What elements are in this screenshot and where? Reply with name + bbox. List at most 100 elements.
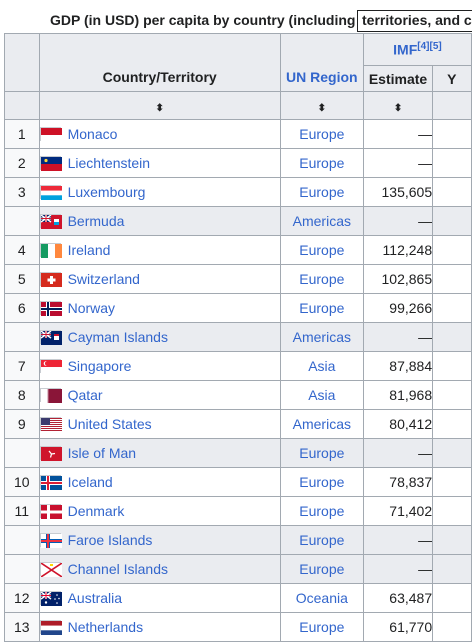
region-link[interactable]: Europe: [299, 155, 344, 171]
imf-link[interactable]: IMF: [393, 42, 417, 58]
region-link[interactable]: Asia: [308, 387, 335, 403]
country-link[interactable]: Liechtenstein: [68, 155, 151, 171]
rank-cell: 13: [4, 612, 40, 642]
region-cell[interactable]: Europe: [279, 554, 364, 584]
region-link[interactable]: Europe: [299, 300, 344, 316]
region-link[interactable]: Europe: [299, 532, 344, 548]
region-cell[interactable]: Europe: [279, 293, 364, 323]
region-cell[interactable]: Asia: [279, 351, 364, 381]
region-link[interactable]: Europe: [299, 242, 344, 258]
country-link[interactable]: Luxembourg: [68, 184, 146, 200]
region-cell[interactable]: Americas: [279, 206, 364, 236]
imf-references[interactable]: [4][5]: [417, 41, 441, 52]
country-link[interactable]: Iceland: [68, 474, 113, 490]
region-link[interactable]: Americas: [293, 329, 351, 345]
country-link[interactable]: Denmark: [68, 503, 125, 519]
region-link[interactable]: Europe: [299, 561, 344, 577]
region-cell[interactable]: Europe: [279, 264, 364, 294]
iceland-flag-icon[interactable]: [40, 475, 62, 490]
region-link[interactable]: Oceania: [296, 590, 348, 606]
sort-icon: ⬍: [393, 102, 403, 114]
country-column-header[interactable]: Country/Territory: [38, 33, 281, 92]
united-states-flag-icon[interactable]: [40, 417, 62, 432]
year-cell: [432, 554, 472, 584]
estimate-sort-button[interactable]: ⬍: [362, 91, 434, 120]
region-cell[interactable]: Europe: [279, 119, 364, 149]
country-link[interactable]: Singapore: [68, 358, 132, 374]
region-column-header[interactable]: UN Region: [279, 33, 364, 92]
region-cell[interactable]: Europe: [279, 177, 364, 207]
country-cell: Isle of Man: [38, 438, 281, 468]
australia-flag-icon[interactable]: [40, 591, 62, 606]
region-cell[interactable]: Europe: [279, 467, 364, 497]
estimate-cell: 87,884: [362, 351, 434, 381]
region-header-link[interactable]: UN Region: [286, 69, 358, 85]
region-link[interactable]: Americas: [293, 416, 351, 432]
region-cell[interactable]: Europe: [279, 148, 364, 178]
country-link[interactable]: Australia: [68, 590, 122, 606]
region-cell[interactable]: Americas: [279, 409, 364, 439]
country-link[interactable]: Ireland: [68, 242, 111, 258]
year-column-header[interactable]: Y: [432, 65, 472, 92]
region-link[interactable]: Europe: [299, 184, 344, 200]
region-cell[interactable]: Americas: [279, 322, 364, 352]
country-link[interactable]: Qatar: [68, 387, 103, 403]
singapore-flag-icon[interactable]: [40, 359, 62, 374]
country-link[interactable]: Cayman Islands: [68, 329, 168, 345]
region-link[interactable]: Europe: [299, 271, 344, 287]
country-link[interactable]: Bermuda: [68, 213, 125, 229]
qatar-flag-icon[interactable]: [40, 388, 62, 403]
rank-cell: [4, 438, 40, 468]
norway-flag-icon[interactable]: [40, 301, 62, 316]
year-cell: [432, 206, 472, 236]
estimate-cell: —: [362, 148, 434, 178]
estimate-column-header[interactable]: Estimate: [362, 65, 434, 92]
table-row: Bermuda Americas —: [4, 206, 472, 236]
liechtenstein-flag-icon[interactable]: [40, 156, 62, 171]
country-link[interactable]: Norway: [68, 300, 115, 316]
region-link[interactable]: Europe: [299, 445, 344, 461]
region-cell[interactable]: Oceania: [279, 583, 364, 613]
country-link[interactable]: Faroe Islands: [68, 532, 153, 548]
monaco-flag-icon[interactable]: [40, 127, 62, 142]
switzerland-flag-icon[interactable]: [40, 272, 62, 287]
bermuda-flag-icon[interactable]: [40, 214, 62, 229]
region-link[interactable]: Europe: [299, 619, 344, 635]
ireland-flag-icon[interactable]: [40, 243, 62, 258]
channel-islands-flag-icon[interactable]: [40, 562, 62, 577]
region-link[interactable]: Europe: [299, 503, 344, 519]
country-link[interactable]: United States: [68, 416, 152, 432]
region-link[interactable]: Europe: [299, 126, 344, 142]
cayman-islands-flag-icon[interactable]: [40, 330, 62, 345]
country-link[interactable]: Netherlands: [68, 619, 144, 635]
region-link[interactable]: Asia: [308, 358, 335, 374]
region-cell[interactable]: Europe: [279, 525, 364, 555]
region-cell[interactable]: Europe: [279, 235, 364, 265]
country-link[interactable]: Switzerland: [68, 271, 140, 287]
table-row: 2 Liechtenstein Europe —: [4, 148, 472, 178]
year-cell: [432, 322, 472, 352]
isle-of-man-flag-icon[interactable]: [40, 446, 62, 461]
country-link[interactable]: Monaco: [68, 126, 118, 142]
country-link[interactable]: Channel Islands: [68, 561, 168, 577]
estimate-cell: —: [362, 119, 434, 149]
country-sort-button[interactable]: ⬍: [38, 91, 281, 120]
luxembourg-flag-icon[interactable]: [40, 185, 62, 200]
region-link[interactable]: Americas: [293, 213, 351, 229]
caption-link[interactable]: territories, and c: [357, 10, 472, 32]
region-sort-button[interactable]: ⬍: [279, 91, 364, 120]
country-link[interactable]: Isle of Man: [68, 445, 136, 461]
year-cell: [432, 264, 472, 294]
year-cell: [432, 525, 472, 555]
region-cell[interactable]: Europe: [279, 496, 364, 526]
imf-group-header[interactable]: IMF[4][5]: [362, 33, 472, 66]
year-cell: [432, 177, 472, 207]
region-cell[interactable]: Asia: [279, 380, 364, 410]
netherlands-flag-icon[interactable]: [40, 620, 62, 635]
faroe-islands-flag-icon[interactable]: [40, 533, 62, 548]
region-cell[interactable]: Europe: [279, 612, 364, 642]
region-link[interactable]: Europe: [299, 474, 344, 490]
estimate-cell: —: [362, 554, 434, 584]
denmark-flag-icon[interactable]: [40, 504, 62, 519]
region-cell[interactable]: Europe: [279, 438, 364, 468]
